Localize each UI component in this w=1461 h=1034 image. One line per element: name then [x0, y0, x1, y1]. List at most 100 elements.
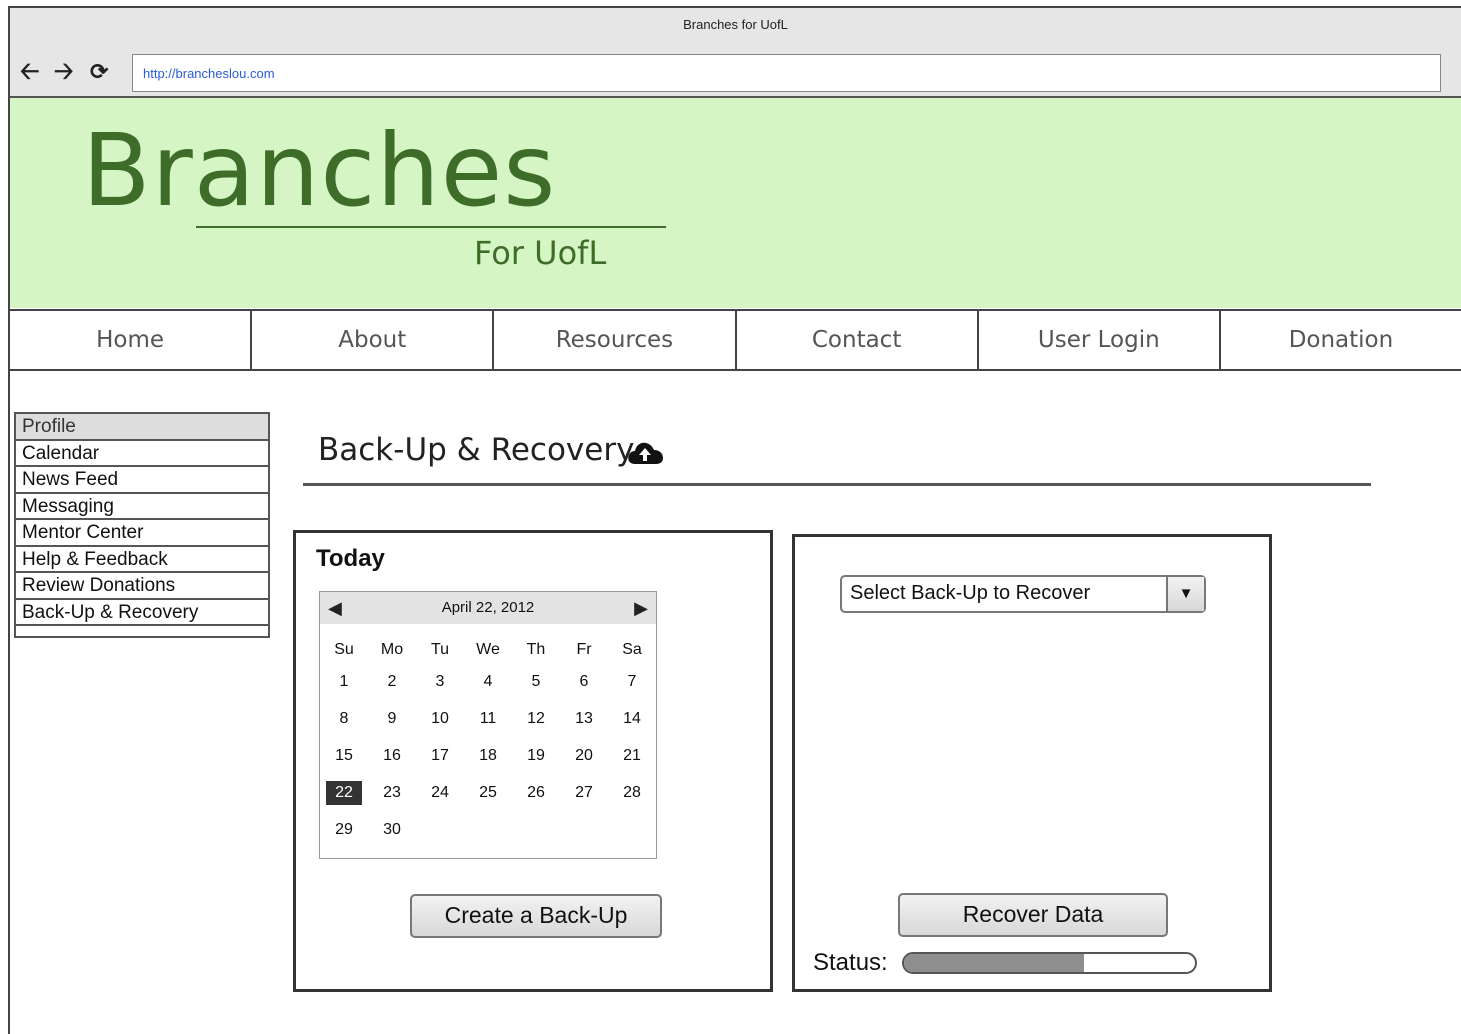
- sidebar-footer: [16, 626, 268, 636]
- sidebar-item-news-feed[interactable]: News Feed: [16, 467, 268, 494]
- status-progress-bar: [902, 952, 1197, 974]
- weekday-label: Mo: [380, 641, 404, 658]
- calendar-day: [560, 818, 608, 855]
- calendar-day[interactable]: 25: [464, 781, 512, 818]
- date-picker-calendar: ◀ April 22, 2012 ▶ Su Mo Tu We Th Fr Sa 1 2 3 4 5 6 7…: [319, 591, 657, 859]
- backup-select-dropdown[interactable]: Select Back-Up to Recover ▼: [840, 575, 1206, 613]
- sidebar-item-mentor-center[interactable]: Mentor Center: [16, 520, 268, 547]
- calendar-day[interactable]: 8: [320, 707, 368, 744]
- calendar-day-number: 18: [479, 747, 497, 764]
- calendar-day-number: 7: [627, 673, 637, 690]
- calendar-day: [608, 818, 656, 855]
- calendar-week-row: 22 23 24 25 26 27 28: [320, 781, 656, 818]
- calendar-day[interactable]: 29: [320, 818, 368, 855]
- nav-resources[interactable]: Resources: [494, 311, 737, 369]
- calendar-day[interactable]: 10: [416, 707, 464, 744]
- calendar-day[interactable]: 15: [320, 744, 368, 781]
- calendar-day[interactable]: 2: [368, 670, 416, 707]
- today-heading: Today: [316, 545, 385, 572]
- weekday-label: Sa: [622, 641, 642, 658]
- chevron-down-icon[interactable]: ▼: [1166, 577, 1204, 611]
- calendar-day-selected[interactable]: 22: [320, 781, 368, 818]
- main-navigation: Home About Resources Contact User Login …: [10, 309, 1461, 371]
- calendar-day-number: 30: [383, 821, 401, 838]
- calendar-day-number: 13: [575, 710, 593, 727]
- calendar-day[interactable]: 16: [368, 744, 416, 781]
- nav-donation[interactable]: Donation: [1221, 311, 1461, 369]
- sidebar-item-messaging[interactable]: Messaging: [16, 494, 268, 520]
- calendar-day-number: 23: [383, 784, 401, 801]
- site-banner: Branches For UofL: [10, 98, 1461, 308]
- calendar-day-number: 9: [387, 710, 397, 727]
- calendar-day[interactable]: 24: [416, 781, 464, 818]
- calendar-day-number: 21: [623, 747, 641, 764]
- title-divider: [303, 483, 1371, 486]
- calendar-day[interactable]: 17: [416, 744, 464, 781]
- calendar-day[interactable]: 13: [560, 707, 608, 744]
- calendar-day[interactable]: 26: [512, 781, 560, 818]
- calendar-day[interactable]: 27: [560, 781, 608, 818]
- calendar-day[interactable]: 5: [512, 670, 560, 707]
- calendar-day[interactable]: 23: [368, 781, 416, 818]
- calendar-day[interactable]: 9: [368, 707, 416, 744]
- calendar-day[interactable]: 20: [560, 744, 608, 781]
- sidebar-menu: Profile Calendar News Feed Messaging Men…: [14, 412, 270, 638]
- calendar-day[interactable]: 12: [512, 707, 560, 744]
- calendar-day-number: 8: [339, 710, 349, 727]
- forward-arrow-icon[interactable]: 🡢: [54, 60, 73, 84]
- calendar-day-number: 14: [623, 710, 641, 727]
- calendar-day-number: 2: [387, 673, 397, 690]
- calendar-day[interactable]: 3: [416, 670, 464, 707]
- calendar-day[interactable]: 4: [464, 670, 512, 707]
- recover-data-button[interactable]: Recover Data: [898, 893, 1168, 937]
- calendar-day[interactable]: 19: [512, 744, 560, 781]
- reload-icon[interactable]: ⟳: [90, 60, 108, 84]
- calendar-day: [512, 818, 560, 855]
- calendar-day[interactable]: 14: [608, 707, 656, 744]
- calendar-day-number: 24: [431, 784, 449, 801]
- backup-select-value: Select Back-Up to Recover: [850, 582, 1091, 604]
- create-backup-button[interactable]: Create a Back-Up: [410, 894, 662, 938]
- calendar-day-number: 17: [431, 747, 449, 764]
- calendar-day[interactable]: 7: [608, 670, 656, 707]
- calendar-month-label: April 22, 2012: [441, 599, 535, 616]
- sidebar-item-backup-recovery[interactable]: Back-Up & Recovery: [16, 600, 268, 626]
- nav-contact[interactable]: Contact: [737, 311, 979, 369]
- weekday-label: Th: [526, 641, 546, 658]
- nav-home[interactable]: Home: [10, 311, 253, 369]
- calendar-day-number: 6: [579, 673, 589, 690]
- sidebar-item-review-donations[interactable]: Review Donations: [16, 573, 268, 600]
- status-label: Status:: [813, 949, 888, 976]
- calendar-day-number: 3: [435, 673, 445, 690]
- calendar-day-number: 29: [335, 821, 353, 838]
- weekday-label: We: [476, 641, 500, 658]
- calendar-day[interactable]: 28: [608, 781, 656, 818]
- next-month-icon[interactable]: ▶: [634, 598, 648, 619]
- calendar-header: ◀ April 22, 2012 ▶: [320, 592, 656, 624]
- calendar-day[interactable]: 11: [464, 707, 512, 744]
- calendar-day-number: 19: [527, 747, 545, 764]
- calendar-day[interactable]: 21: [608, 744, 656, 781]
- site-logo[interactable]: Branches: [82, 112, 556, 229]
- sidebar-item-help-feedback[interactable]: Help & Feedback: [16, 547, 268, 573]
- nav-about[interactable]: About: [252, 311, 495, 369]
- calendar-week-row: 29 30: [320, 818, 656, 855]
- back-arrow-icon[interactable]: 🡠: [20, 60, 39, 84]
- calendar-grid: Su Mo Tu We Th Fr Sa 1 2 3 4 5 6 7 8 9 10 11 12 13 14 15 16 17 1…: [320, 638, 656, 855]
- site-subtitle: For UofL: [474, 234, 607, 272]
- calendar-day[interactable]: 30: [368, 818, 416, 855]
- calendar-day-number: 15: [335, 747, 353, 764]
- calendar-day[interactable]: 6: [560, 670, 608, 707]
- address-bar[interactable]: http://brancheslou.com: [132, 54, 1441, 92]
- calendar-day-number: 25: [479, 784, 497, 801]
- sidebar-item-profile[interactable]: Profile: [16, 414, 268, 441]
- calendar-day-number: 20: [575, 747, 593, 764]
- calendar-day[interactable]: 1: [320, 670, 368, 707]
- browser-titlebar: Branches for UofL 🡠 🡢 ⟳ http://branchesl…: [10, 8, 1461, 98]
- sidebar-item-calendar[interactable]: Calendar: [16, 441, 268, 467]
- calendar-day-number: 27: [575, 784, 593, 801]
- calendar-day[interactable]: 18: [464, 744, 512, 781]
- calendar-weekday-row: Su Mo Tu We Th Fr Sa: [320, 638, 656, 670]
- nav-user-login[interactable]: User Login: [979, 311, 1221, 369]
- cloud-upload-icon: [628, 442, 663, 464]
